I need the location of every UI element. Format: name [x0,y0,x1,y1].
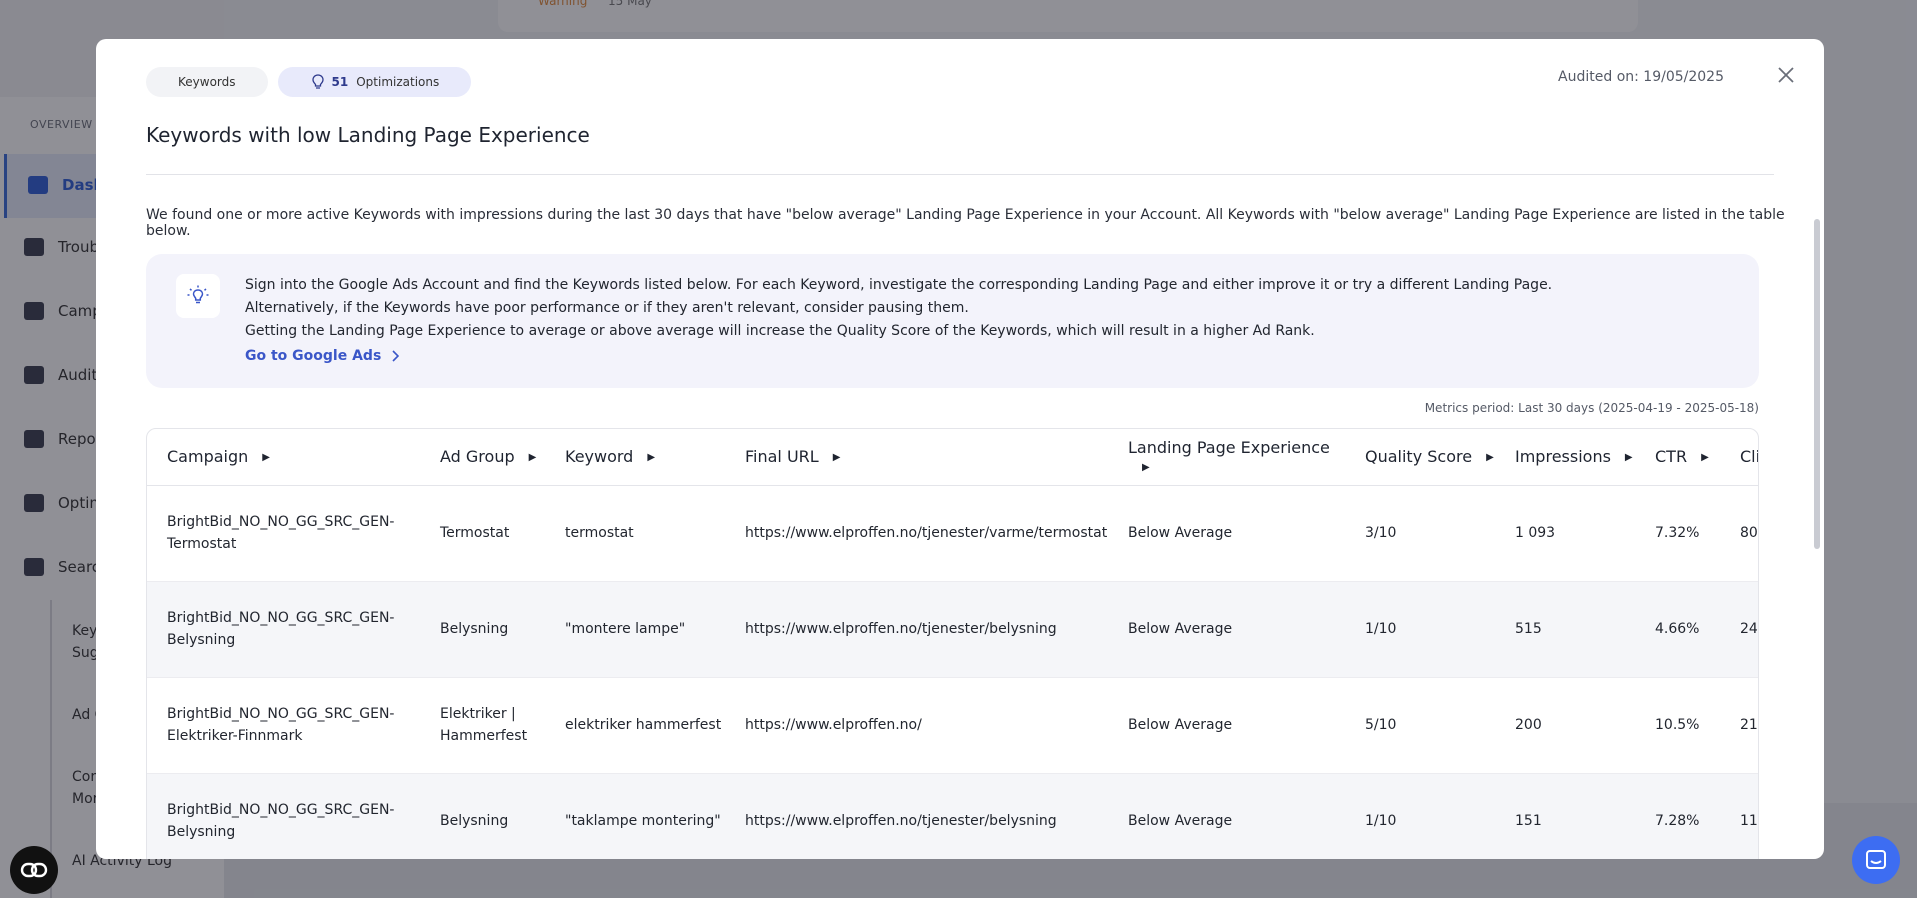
cell-ctr: 7.32% [1635,485,1720,582]
cell-clicks: 11 [1720,773,1758,859]
cell-keyword: elektriker hammerfest [545,677,725,774]
column-header-ad-group[interactable]: Ad Group ▶ [420,429,545,486]
cell-final-url: https://www.elproffen.no/tjenester/belys… [725,581,1108,678]
sort-arrow-icon: ▶ [832,452,841,464]
table-row: BrightBid_NO_NO_GG_SRC_GEN-Belysning Bel… [147,773,1758,859]
close-icon [1778,67,1794,83]
cell-ctr: 10.5% [1635,677,1720,774]
audited-date: Audited on: 19/05/2025 [1558,69,1724,85]
sort-arrow-icon: ▶ [1701,452,1709,464]
cell-final-url: https://www.elproffen.no/tjenester/varme… [725,485,1108,582]
sort-arrow-icon: ▶ [647,452,656,464]
cell-landing-page-experience: Below Average [1108,581,1345,678]
recommendation-line: Sign into the Google Ads Account and fin… [245,277,1553,293]
keywords-table: Campaign ▶ Ad Group ▶ Keyword ▶ Final URL ▶ … [146,428,1759,859]
cell-clicks: 80 [1720,485,1758,582]
link-icon [20,862,48,878]
cell-campaign: BrightBid_NO_NO_GG_SRC_GEN-Belysning [147,581,420,678]
sort-arrow-icon: ▶ [1624,452,1633,464]
optimization-modal: Keywords 51 Optimizations Audited on: 19… [96,39,1824,859]
intro-text: We found one or more active Keywords wit… [146,207,1785,239]
cell-campaign: BrightBid_NO_NO_GG_SRC_GEN-Termostat [147,485,420,582]
cell-impressions: 151 [1495,773,1635,859]
header-label: Impressions [1515,447,1611,467]
cell-quality-score: 1/10 [1345,581,1495,678]
cell-landing-page-experience: Below Average [1108,485,1345,582]
column-header-campaign[interactable]: Campaign ▶ [147,429,420,486]
sort-arrow-icon: ▶ [528,452,537,464]
table-row: BrightBid_NO_NO_GG_SRC_GEN-Belysning Bel… [147,581,1758,678]
cell-clicks: 24 [1720,581,1758,678]
header-label: Final URL [745,447,819,467]
column-header-quality-score[interactable]: Quality Score ▶ [1345,429,1495,486]
tab-optimizations[interactable]: 51 Optimizations [277,67,472,97]
table-header-row: Campaign ▶ Ad Group ▶ Keyword ▶ Final URL ▶ … [147,429,1759,486]
column-header-clicks[interactable]: Cli [1720,429,1759,486]
chevron-right-icon [392,350,400,362]
column-header-landing-page-experience[interactable]: Landing Page Experience ▶ [1108,429,1345,486]
recommendation-box: Sign into the Google Ads Account and fin… [146,254,1759,388]
cell-impressions: 515 [1495,581,1635,678]
recommendation-line: Getting the Landing Page Experience to a… [245,323,1315,339]
cell-impressions: 200 [1495,677,1635,774]
tab-label: Keywords [178,75,236,89]
recommendation-line: Alternatively, if the Keywords have poor… [245,300,969,316]
table-row: BrightBid_NO_NO_GG_SRC_GEN-Termostat Ter… [147,485,1758,582]
lightbulb-icon [187,285,209,304]
header-label: Landing Page Experience [1128,437,1330,457]
cell-clicks: 21 [1720,677,1758,774]
cell-keyword: "taklampe montering" [545,773,725,859]
column-header-ctr[interactable]: CTR ▶ [1635,429,1720,486]
cell-ad-group: Termostat [420,485,545,582]
column-header-final-url[interactable]: Final URL ▶ [725,429,1108,486]
lightbulb-icon [311,74,324,89]
close-button[interactable] [1774,63,1798,87]
optimizations-count: 51 [331,75,349,89]
cell-keyword: "montere lampe" [545,581,725,678]
cell-landing-page-experience: Below Average [1108,677,1345,774]
header-label: Keyword [565,447,634,467]
cell-final-url: https://www.elproffen.no/ [725,677,1108,774]
chat-icon [1866,850,1886,869]
sort-arrow-icon: ▶ [262,452,270,464]
header-label: CTR [1655,447,1688,467]
modal-tabs: Keywords 51 Optimizations [146,67,472,97]
cell-campaign: BrightBid_NO_NO_GG_SRC_GEN-Elektriker-Fi… [147,677,420,774]
cell-landing-page-experience: Below Average [1108,773,1345,859]
cell-ad-group: Belysning [420,581,545,678]
cell-ad-group: Belysning [420,773,545,859]
tab-keywords[interactable]: Keywords [146,67,268,97]
tip-icon-container [176,274,220,318]
modal-scrollbar[interactable] [1812,179,1822,859]
header-label: Quality Score [1365,447,1473,467]
table-row: BrightBid_NO_NO_GG_SRC_GEN-Elektriker-Fi… [147,677,1758,774]
cell-final-url: https://www.elproffen.no/tjenester/belys… [725,773,1108,859]
header-label: Cli [1740,447,1759,467]
chat-button[interactable] [1852,836,1900,884]
cell-keyword: termostat [545,485,725,582]
recommendation-text: Sign into the Google Ads Account and fin… [245,274,1552,343]
column-header-keyword[interactable]: Keyword ▶ [545,429,725,486]
cell-quality-score: 1/10 [1345,773,1495,859]
column-header-impressions[interactable]: Impressions ▶ [1495,429,1635,486]
scroll-thumb[interactable] [1814,219,1820,549]
header-label: Ad Group [440,447,515,467]
cell-ctr: 7.28% [1635,773,1720,859]
modal-title: Keywords with low Landing Page Experienc… [146,123,590,147]
title-divider [146,174,1774,175]
cell-ctr: 4.66% [1635,581,1720,678]
metrics-period: Metrics period: Last 30 days (2025-04-19… [1424,401,1759,415]
cell-impressions: 1 093 [1495,485,1635,582]
go-to-google-ads-link[interactable]: Go to Google Ads [245,348,400,364]
cell-quality-score: 3/10 [1345,485,1495,582]
header-label: Campaign [167,447,249,467]
link-label: Go to Google Ads [245,348,382,364]
support-button[interactable] [10,846,58,894]
tab-label: Optimizations [356,75,440,89]
cell-campaign: BrightBid_NO_NO_GG_SRC_GEN-Belysning [147,773,420,859]
cell-ad-group: Elektriker | Hammerfest [420,677,545,774]
sort-arrow-icon: ▶ [1142,461,1150,473]
sort-arrow-icon: ▶ [1486,452,1494,464]
cell-quality-score: 5/10 [1345,677,1495,774]
